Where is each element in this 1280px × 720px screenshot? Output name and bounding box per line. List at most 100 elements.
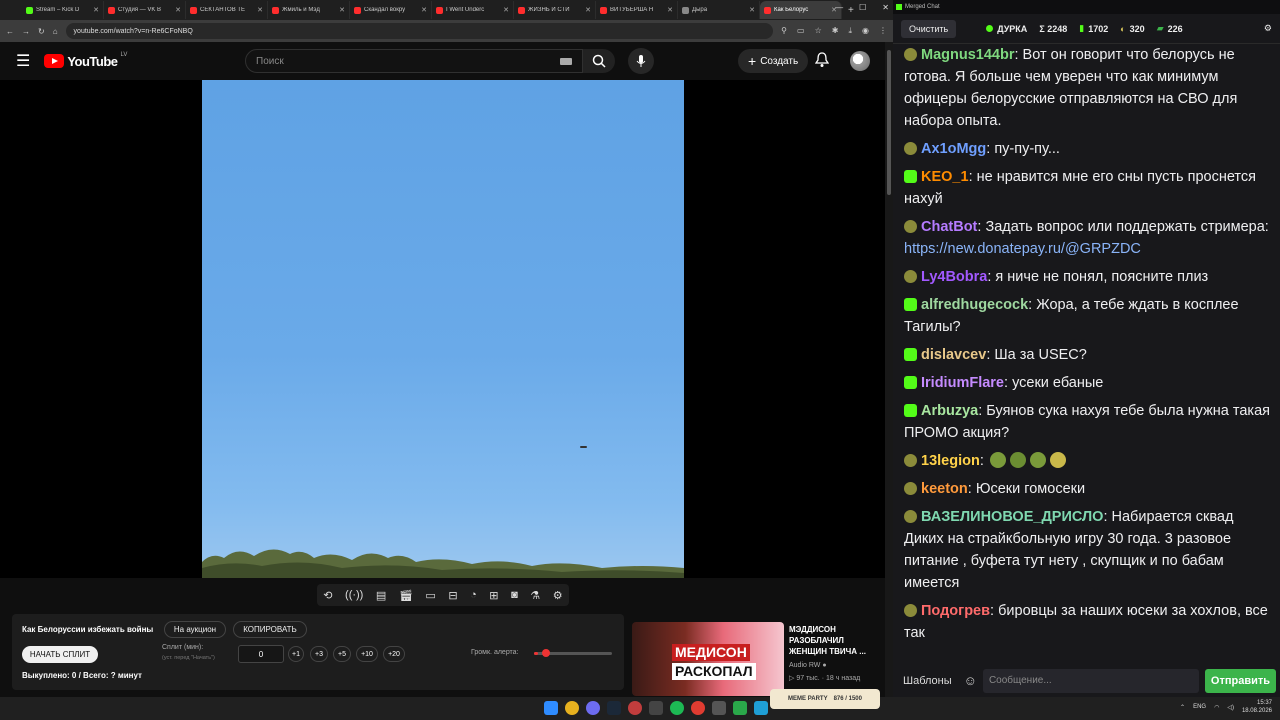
browser-menu-icon[interactable]: ⋮	[879, 26, 887, 36]
hamburger-menu-icon[interactable]: ☰	[16, 51, 30, 71]
forward-icon[interactable]: →	[22, 27, 30, 36]
tab-close-icon[interactable]: ✕	[585, 6, 591, 14]
chat-username[interactable]: Arbuzya	[921, 403, 978, 419]
speed-icon[interactable]: ◔	[470, 589, 477, 601]
tab-close-icon[interactable]: ✕	[503, 6, 509, 14]
profile-icon[interactable]: ◉	[862, 26, 869, 36]
app-icon[interactable]	[754, 701, 768, 715]
browser-tab[interactable]: ВИТУБЕРША Н ✕	[596, 1, 678, 19]
reload-icon[interactable]: ↻	[38, 27, 45, 36]
flask-icon[interactable]: ⚗	[530, 589, 540, 602]
send-button[interactable]: Отправить	[1204, 668, 1276, 693]
broadcast-icon[interactable]: ((·))	[345, 589, 363, 601]
app-icon[interactable]	[649, 701, 663, 715]
increment-5-button[interactable]: +5	[333, 646, 351, 662]
emoji-icon[interactable]: ☺	[964, 673, 977, 688]
chat-username[interactable]: Ax1oMgg	[921, 141, 986, 157]
clear-chat-button[interactable]: Очистить	[901, 19, 957, 38]
auction-button[interactable]: На аукцион	[164, 621, 226, 638]
tray-chevron-icon[interactable]: ⌃	[1180, 704, 1185, 711]
playlist-icon[interactable]: ▤	[376, 589, 386, 602]
chat-message-input[interactable]: Сообщение...	[982, 668, 1199, 693]
browser-tab[interactable]: I Went Underc ✕	[432, 1, 514, 19]
tab-close-icon[interactable]: ✕	[749, 6, 755, 14]
recommendation-thumbnail[interactable]: МЕДИСОН РАСКОПАЛ	[632, 622, 784, 696]
app-icon[interactable]	[691, 701, 705, 715]
keyboard-icon[interactable]	[560, 58, 572, 65]
slider-knob[interactable]	[541, 649, 550, 657]
minimize-button[interactable]: —	[835, 3, 843, 12]
tab-close-icon[interactable]: ✕	[175, 6, 181, 14]
page-scrollbar[interactable]	[885, 42, 893, 697]
chat-username[interactable]: KEO_1	[921, 169, 969, 185]
browser-tab[interactable]: Как Белорус ✕	[760, 1, 842, 19]
screenshot-icon[interactable]: ◙	[511, 589, 518, 601]
avatar[interactable]	[850, 51, 870, 71]
notifications-bell-icon[interactable]	[814, 52, 830, 73]
add-icon[interactable]: ⊞	[489, 589, 498, 602]
recommendation-title[interactable]: МЭДДИСОН РАЗОБЛАЧИЛ ЖЕНЩИН ТВИЧА ...	[789, 624, 881, 657]
discord-icon[interactable]	[586, 701, 600, 715]
browser-tab[interactable]: Stream – Kick D ✕	[22, 1, 104, 19]
chrome-icon[interactable]	[565, 701, 579, 715]
browser-tab[interactable]: Жмиль и Мэд ✕	[268, 1, 350, 19]
increment-3-button[interactable]: +3	[310, 646, 328, 662]
maximize-button[interactable]: ☐	[859, 3, 866, 12]
video-player[interactable]	[0, 80, 885, 578]
chat-username[interactable]: IridiumFlare	[921, 375, 1004, 391]
app-icon[interactable]	[628, 701, 642, 715]
chat-username[interactable]: Magnus144br	[921, 47, 1014, 63]
increment-10-button[interactable]: +10	[356, 646, 378, 662]
puzzle-icon[interactable]: ✱	[832, 26, 839, 36]
alert-volume-slider[interactable]	[534, 649, 612, 657]
browser-tab[interactable]: Студия — VK В ✕	[104, 1, 186, 19]
close-window-button[interactable]: ✕	[882, 3, 889, 12]
scrollbar-thumb[interactable]	[887, 50, 891, 195]
app-icon[interactable]	[733, 701, 747, 715]
url-field[interactable]: youtube.com/watch?v=n-Re6CFoNBQ	[65, 23, 774, 39]
steam-icon[interactable]	[607, 701, 621, 715]
create-button[interactable]: + Создать	[738, 49, 809, 73]
chat-settings-icon[interactable]: ⚙	[1264, 23, 1272, 34]
spotify-icon[interactable]	[670, 701, 684, 715]
tab-close-icon[interactable]: ✕	[421, 6, 427, 14]
split-minutes-input[interactable]: 0	[238, 645, 284, 663]
repeat-icon[interactable]: ⟲	[323, 589, 332, 602]
app-icon[interactable]	[712, 701, 726, 715]
browser-tab[interactable]: ЖИЗНЬ И СТИ ✕	[514, 1, 596, 19]
volume-icon[interactable]: ◁)	[1227, 704, 1234, 711]
chat-message-list[interactable]: Magnus144br: Вот он говорит что белорусь…	[893, 44, 1280, 658]
bookmark-icon[interactable]: ☆	[815, 26, 822, 36]
windows-start-icon[interactable]	[544, 701, 558, 715]
chat-username[interactable]: Ly4Bobra	[921, 269, 987, 285]
tab-close-icon[interactable]: ✕	[257, 6, 263, 14]
minimize-icon[interactable]: ⊟	[448, 589, 457, 602]
increment-1-button[interactable]: +1	[288, 646, 304, 662]
chat-username[interactable]: dislavcev	[921, 347, 986, 363]
wifi-icon[interactable]: ◠	[1214, 704, 1219, 711]
tab-close-icon[interactable]: ✕	[339, 6, 345, 14]
meme-party-widget[interactable]: MEME PARTY 876 / 1500	[770, 689, 880, 709]
chat-username[interactable]: Подогрев	[921, 603, 990, 619]
cast-icon[interactable]: ▭	[797, 26, 805, 36]
chat-link[interactable]: https://new.donatepay.ru/@GRPZDC	[904, 241, 1141, 257]
language-indicator[interactable]: ENG	[1193, 704, 1206, 710]
chat-username[interactable]: 13legion	[921, 453, 980, 469]
chat-username[interactable]: alfredhugecock	[921, 297, 1028, 313]
chat-username[interactable]: ВАЗЕЛИНОВОЕ_ДРИСЛО	[921, 509, 1103, 525]
increment-20-button[interactable]: +20	[383, 646, 405, 662]
browser-tab[interactable]: Скандал вокру ✕	[350, 1, 432, 19]
recommendation-channel[interactable]: Audio RW ●	[789, 662, 827, 669]
search-button[interactable]	[583, 49, 615, 73]
voice-search-button[interactable]	[628, 48, 654, 74]
zoom-icon[interactable]: ⚲	[781, 26, 787, 36]
clock[interactable]: 15:37 18.08.2026	[1242, 699, 1272, 715]
browser-tab[interactable]: Дыра ✕	[678, 1, 760, 19]
settings-icon[interactable]: ⚙	[553, 589, 563, 602]
templates-button[interactable]: Шаблоны	[897, 675, 958, 687]
chat-username[interactable]: ChatBot	[921, 219, 977, 235]
back-icon[interactable]: ←	[6, 27, 14, 36]
tab-close-icon[interactable]: ✕	[93, 6, 99, 14]
youtube-logo[interactable]: YouTube LV	[44, 52, 127, 69]
clapper-icon[interactable]: 🎬︎	[399, 589, 413, 602]
